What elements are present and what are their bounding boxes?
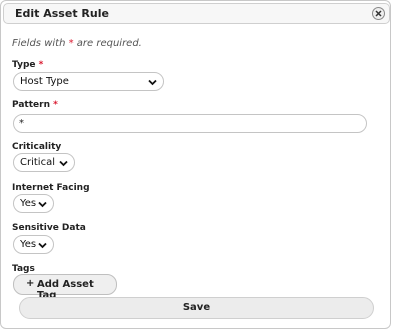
criticality-value: Critical xyxy=(20,157,55,168)
chevron-down-icon xyxy=(38,200,47,211)
sensitive-data-label: Sensitive Data xyxy=(12,223,86,233)
plus-icon: + xyxy=(26,278,35,289)
pattern-label: Pattern * xyxy=(12,100,58,110)
sensitive-data-select[interactable]: Yes xyxy=(13,235,54,254)
tags-label: Tags xyxy=(12,264,35,274)
type-label: Type * xyxy=(12,60,44,70)
internet-facing-select[interactable]: Yes xyxy=(13,194,54,213)
required-note: Fields with * are required. xyxy=(12,38,142,49)
chevron-down-icon xyxy=(59,159,68,170)
criticality-label: Criticality xyxy=(12,142,62,152)
chevron-down-icon xyxy=(38,241,47,252)
chevron-down-icon xyxy=(148,78,157,89)
pattern-input[interactable]: * xyxy=(13,114,367,133)
save-button[interactable]: Save xyxy=(19,297,374,319)
criticality-select[interactable]: Critical xyxy=(13,153,75,172)
type-select[interactable]: Host Type xyxy=(13,72,164,91)
add-asset-tag-button[interactable]: + Add Asset Tag xyxy=(13,274,117,301)
sensitive-data-value: Yes xyxy=(20,239,37,250)
internet-facing-label: Internet Facing xyxy=(12,183,90,193)
type-value: Host Type xyxy=(20,76,69,87)
internet-facing-value: Yes xyxy=(20,198,37,209)
dialog-titlebar: Edit Asset Rule xyxy=(3,3,390,24)
close-icon[interactable] xyxy=(372,7,385,20)
dialog-title: Edit Asset Rule xyxy=(15,7,109,20)
pattern-value: * xyxy=(19,118,24,129)
